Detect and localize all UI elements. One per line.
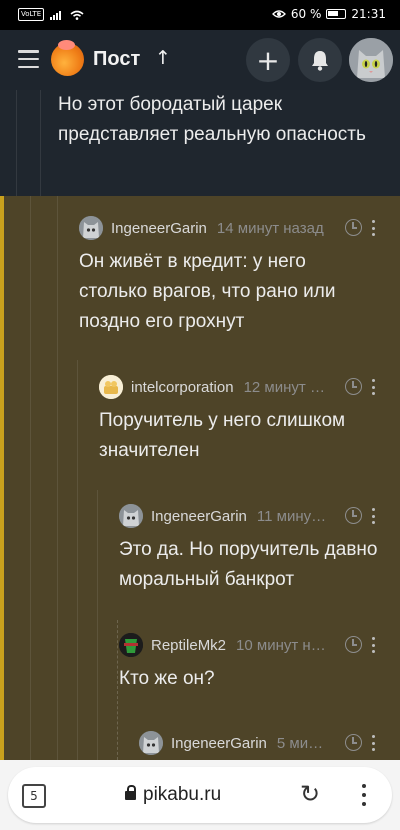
comment-menu-icon[interactable] — [372, 637, 376, 653]
comment-header: ReptileMk2 10 минут назад — [119, 633, 329, 657]
comment-time: 5 минут назад — [276, 734, 329, 752]
comment-text: Это да. Но поручитель давно моральный ба… — [119, 539, 378, 590]
comment-menu-icon[interactable] — [372, 735, 376, 751]
user-avatar[interactable] — [79, 216, 103, 240]
comment-text: Но этот бородатый царек представляет реа… — [58, 94, 366, 145]
clock-icon[interactable] — [345, 378, 362, 395]
thread-line — [16, 90, 17, 196]
lock-icon — [125, 785, 136, 800]
url-text[interactable]: pikabu.ru — [143, 784, 221, 806]
comment-menu-icon[interactable] — [372, 379, 376, 395]
comment-author[interactable]: intelcorporation — [131, 379, 234, 396]
battery-percent: 60 % — [290, 7, 322, 21]
comment-menu-icon[interactable] — [372, 220, 376, 236]
comment-text: Он живёт в кредит: у него столько врагов… — [79, 251, 336, 332]
user-avatar[interactable] — [139, 731, 163, 755]
clock-icon[interactable] — [345, 734, 362, 751]
plus-icon: + — [256, 43, 280, 77]
thread-line — [77, 360, 78, 760]
highlight-bar — [0, 196, 4, 760]
page-title: Пост — [93, 48, 141, 70]
comment-text: Поручитель у него слишком значителен — [99, 410, 346, 461]
comment-author[interactable]: IngeneerGarin — [171, 735, 267, 752]
user-avatar[interactable] — [119, 633, 143, 657]
comment-time: 14 минут назад — [216, 219, 324, 237]
add-post-button[interactable]: + — [246, 38, 290, 82]
thread-line — [117, 620, 118, 760]
arrow-up-icon[interactable]: ↑ — [155, 47, 171, 69]
comment-author[interactable]: ReptileMk2 — [151, 637, 226, 654]
tab-switcher-button[interactable]: 5 — [22, 784, 46, 808]
status-bar: VoLTE 60 % 21:31 — [0, 0, 400, 30]
clock-time: 21:31 — [351, 7, 386, 21]
clock-icon[interactable] — [345, 219, 362, 236]
thread-line — [97, 490, 98, 760]
user-avatar[interactable] — [99, 375, 123, 399]
volte-badge: VoLTE — [18, 8, 45, 21]
battery-icon — [326, 9, 347, 19]
bell-icon — [312, 51, 328, 71]
browser-toolbar: 5 pikabu.ru ↻ — [0, 760, 400, 830]
thread-line — [40, 90, 41, 196]
comment-text: Кто же он? — [119, 668, 215, 689]
wifi-icon — [70, 10, 84, 20]
notifications-button[interactable] — [298, 38, 342, 82]
clock-icon[interactable] — [345, 507, 362, 524]
clock-icon[interactable] — [345, 636, 362, 653]
eye-icon — [271, 10, 286, 18]
comment-header: IngeneerGarin 5 минут назад — [139, 731, 329, 755]
user-avatar[interactable] — [119, 504, 143, 528]
thread-line — [57, 196, 58, 760]
comment-author[interactable]: IngeneerGarin — [111, 220, 207, 237]
comment-thread: Но этот бородатый царек представляет реа… — [0, 90, 400, 760]
comment-author[interactable]: IngeneerGarin — [151, 508, 247, 525]
cat-avatar-image — [349, 38, 393, 82]
signal-icon — [50, 10, 62, 20]
comment-header: intelcorporation 12 минут назад — [99, 375, 329, 399]
app-header: Пост ↑ + — [0, 30, 400, 90]
comment-time: 12 минут назад — [243, 378, 329, 396]
pikabu-logo[interactable] — [51, 40, 84, 76]
comment-time: 11 минут назад — [256, 507, 329, 525]
kebab-menu-icon[interactable] — [362, 784, 366, 806]
comment-header: IngeneerGarin 14 минут назад — [79, 216, 329, 240]
comment-menu-icon[interactable] — [372, 508, 376, 524]
hamburger-icon[interactable] — [18, 50, 39, 68]
comment-time: 10 минут назад — [236, 636, 329, 654]
comment-header: IngeneerGarin 11 минут назад — [119, 504, 329, 528]
reload-icon[interactable]: ↻ — [300, 780, 320, 808]
thread-line — [30, 196, 31, 760]
user-avatar[interactable] — [349, 38, 393, 82]
